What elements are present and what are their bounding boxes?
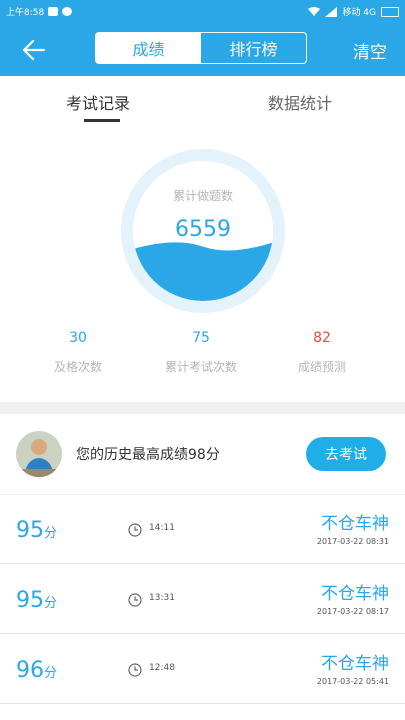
clock-icon xyxy=(128,523,142,537)
sub-tabs: 考试记录 数据统计 xyxy=(0,76,405,126)
qq-icon xyxy=(62,7,73,16)
clock-icon xyxy=(128,663,142,677)
record-score-value: 95 xyxy=(16,588,44,613)
tab-scores[interactable]: 成绩 xyxy=(96,33,201,63)
record-score-unit: 分 xyxy=(44,526,58,541)
record-score: 95分 xyxy=(16,588,57,613)
record-title: 不仓车神 xyxy=(321,584,389,604)
tab-exam-records[interactable]: 考试记录 xyxy=(66,90,130,114)
record-score-unit: 分 xyxy=(44,666,58,681)
tab-indicator xyxy=(84,119,120,122)
stat-total-exams: 75 累计考试次数 xyxy=(141,330,261,375)
stat-total-exams-value: 75 xyxy=(192,330,210,346)
record-score-unit: 分 xyxy=(44,596,58,611)
best-score-text: 您的历史最高成绩98分 xyxy=(76,447,220,463)
stat-prediction-label: 成绩预测 xyxy=(297,360,346,374)
gauge-label: 累计做题数 xyxy=(172,189,233,203)
record-score: 96分 xyxy=(16,658,57,683)
progress-gauge: 累计做题数 6559 xyxy=(121,149,285,313)
tab-ranking[interactable]: 排行榜 xyxy=(201,33,306,63)
back-arrow-icon[interactable] xyxy=(20,36,48,64)
stat-passed: 30 及格次数 xyxy=(18,330,138,375)
segment-control: 成绩 排行榜 xyxy=(95,32,307,64)
best-score-row: 您的历史最高成绩98分 去考试 xyxy=(0,414,405,495)
status-bar: 上午8:58 移动 4G xyxy=(0,0,405,22)
record-date: 2017-03-22 05:41 xyxy=(316,677,389,686)
clock-icon xyxy=(128,593,142,607)
record-row[interactable]: 95分 14:11 不仓车神 2017-03-22 08:31 xyxy=(0,494,405,564)
gauge-wave xyxy=(133,240,273,301)
stat-prediction: 82 成绩预测 xyxy=(262,330,382,375)
section-divider xyxy=(0,402,405,414)
record-row[interactable]: 95分 13:31 不仓车神 2017-03-22 08:17 xyxy=(0,564,405,634)
stat-passed-value: 30 xyxy=(69,330,87,346)
battery-icon xyxy=(381,6,399,17)
record-score: 95分 xyxy=(16,518,57,543)
notification-icon xyxy=(48,7,59,16)
wifi-icon xyxy=(308,6,321,16)
app-bar: 成绩 排行榜 清空 xyxy=(0,22,405,76)
record-title: 不仓车神 xyxy=(321,654,389,674)
record-score-value: 96 xyxy=(16,658,44,683)
record-row[interactable]: 96分 12:48 不仓车神 2017-03-22 05:41 xyxy=(0,634,405,704)
stat-total-exams-label: 累计考试次数 xyxy=(164,360,237,374)
record-date: 2017-03-22 08:17 xyxy=(316,607,389,616)
status-time: 上午8:58 xyxy=(6,8,45,18)
gauge-value: 6559 xyxy=(175,217,231,242)
record-title: 不仓车神 xyxy=(321,514,389,534)
avatar xyxy=(16,431,62,477)
record-score-value: 95 xyxy=(16,518,44,543)
signal-icon xyxy=(325,6,338,17)
record-date: 2017-03-22 08:31 xyxy=(316,537,389,546)
record-duration: 13:31 xyxy=(149,593,175,603)
record-duration: 12:48 xyxy=(149,663,175,673)
clear-button[interactable]: 清空 xyxy=(353,38,387,63)
go-exam-button[interactable]: 去考试 xyxy=(306,437,386,471)
status-carrier: 移动 4G xyxy=(342,8,376,18)
record-duration: 14:11 xyxy=(149,523,175,533)
tab-statistics[interactable]: 数据统计 xyxy=(268,90,332,114)
stat-prediction-value: 82 xyxy=(313,330,331,346)
stat-passed-label: 及格次数 xyxy=(53,360,102,374)
